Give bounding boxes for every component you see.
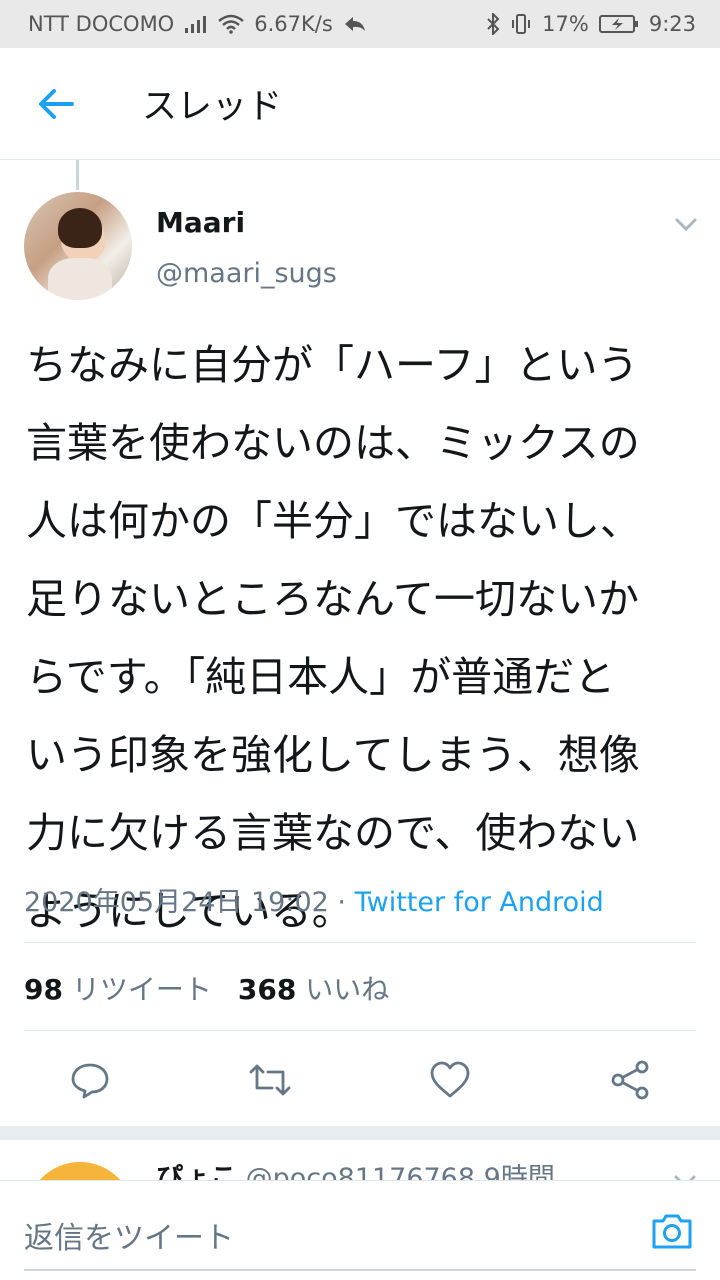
clock: 9:23	[648, 12, 696, 36]
tweet-text-line: 足りないところなんて一切ないか	[26, 575, 639, 623]
arrow-left-icon	[39, 88, 74, 119]
signal-icon	[184, 14, 208, 34]
reply-button[interactable]	[66, 1056, 114, 1104]
reply-input[interactable]: 返信をツイート	[24, 1213, 234, 1257]
retweet-count-link[interactable]: 98 リツイート	[24, 968, 212, 1008]
chevron-down-icon	[675, 218, 697, 232]
tweet-menu-button[interactable]	[672, 210, 700, 238]
tweet-text-line: ちなみに自分が「ハーフ」という	[26, 341, 639, 389]
vibrate-icon	[510, 13, 532, 35]
tweet-text-line: いう印象を強化してしまう、想像	[26, 731, 640, 779]
camera-icon	[652, 1214, 692, 1249]
author-handle[interactable]: @maari_sugs	[156, 258, 337, 289]
page-title: スレッド	[142, 87, 283, 127]
heart-icon	[430, 1061, 470, 1098]
network-speed: 6.67K/s	[254, 12, 333, 36]
like-button[interactable]	[426, 1056, 474, 1104]
tweet-timestamp: 2020年05月24日 19:02	[24, 887, 329, 918]
reply-bar: 返信をツイート	[0, 1180, 720, 1280]
battery-charging-icon	[598, 14, 639, 34]
author-name[interactable]: Maari	[156, 206, 245, 239]
tweet-client-link[interactable]: Twitter for Android	[355, 887, 604, 918]
divider	[24, 1030, 696, 1031]
share-arrow-icon	[343, 14, 367, 34]
retweet-count: 98	[24, 973, 63, 1006]
status-bar: NTT DOCOMO 6.67K/s 17% 9:23	[0, 0, 720, 48]
tweet-text-line: らです。「純日本人」が普通だと	[26, 653, 616, 701]
carrier-label: NTT DOCOMO	[28, 12, 175, 36]
back-button[interactable]	[26, 74, 86, 134]
reply-icon	[71, 1063, 109, 1099]
retweet-button[interactable]	[246, 1056, 294, 1104]
author-avatar[interactable]	[24, 192, 132, 300]
tweet-meta: 2020年05月24日 19:02 · Twitter for Android	[24, 880, 604, 919]
bluetooth-icon	[486, 13, 500, 35]
like-label: いいね	[305, 973, 390, 1006]
like-count-link[interactable]: 368 いいね	[238, 968, 389, 1008]
tweet-text-line: 人は何かの「半分」ではないし、	[26, 497, 641, 545]
retweet-icon	[249, 1064, 291, 1096]
share-button[interactable]	[606, 1056, 654, 1104]
meta-separator: ·	[337, 887, 347, 918]
wifi-icon	[218, 14, 245, 34]
share-icon	[611, 1060, 649, 1100]
divider	[24, 942, 696, 943]
like-count: 368	[237, 973, 297, 1006]
app-bar: スレッド	[0, 48, 720, 160]
retweet-label: リツイート	[71, 973, 212, 1006]
tweet-actions	[0, 1040, 720, 1122]
thread-connector	[76, 160, 79, 190]
tweet-text-line: 力に欠ける言葉なので、使わない	[26, 809, 640, 857]
section-gap	[0, 1126, 720, 1140]
tweet-stats: 98 リツイート 368 いいね	[24, 968, 415, 1008]
tweet-text: ちなみに自分が「ハーフ」という 言葉を使わないのは、ミックスの 人は何かの「半分…	[26, 326, 696, 950]
reply-input-underline	[24, 1269, 696, 1271]
battery-percent: 17%	[542, 12, 589, 36]
tweet-text-line: 言葉を使わないのは、ミックスの	[26, 419, 640, 467]
camera-button[interactable]	[650, 1211, 694, 1251]
